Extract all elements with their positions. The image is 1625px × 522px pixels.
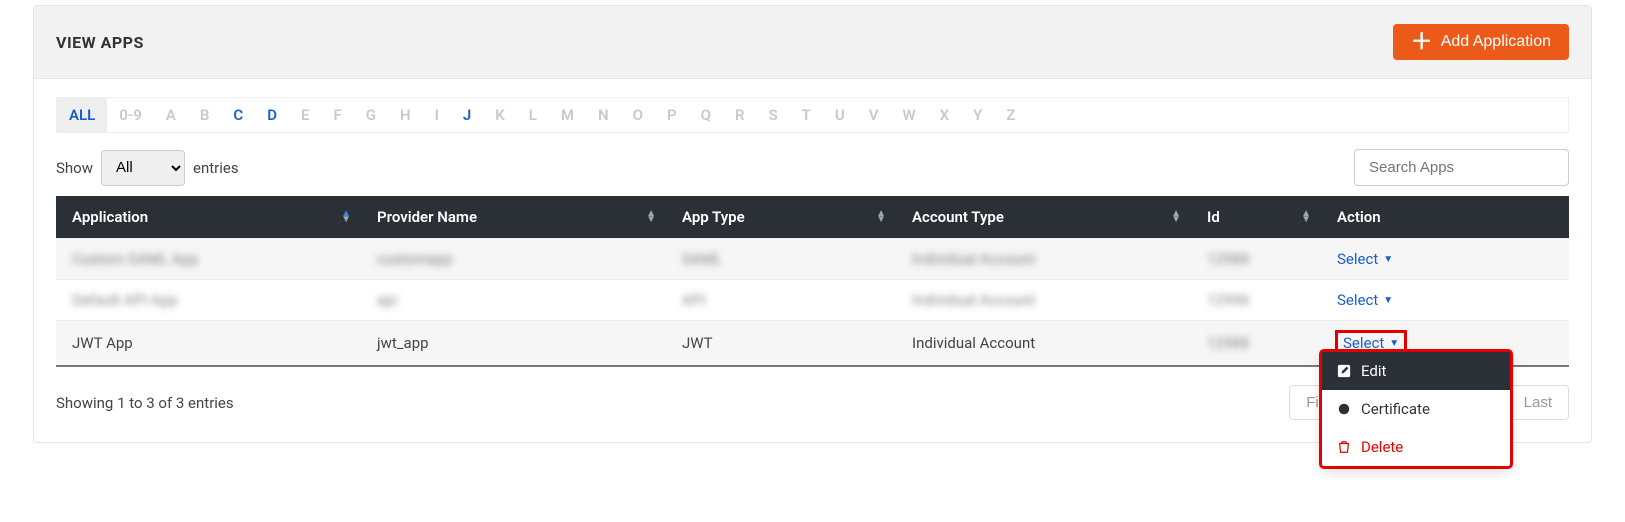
alpha-pill-g: G (354, 98, 388, 132)
alpha-pill-z: Z (994, 98, 1027, 132)
dropdown-delete[interactable]: Delete (1322, 428, 1510, 466)
add-application-label: Add Application (1441, 33, 1551, 51)
alpha-pill-b: B (188, 98, 222, 132)
pager-last[interactable]: Last (1507, 385, 1569, 420)
alpha-pill-h: H (388, 98, 423, 132)
show-label: Show (56, 159, 93, 177)
col-application[interactable]: Application▲▼ (56, 196, 361, 239)
alpha-pill-u: U (823, 98, 857, 132)
dropdown-delete-label: Delete (1361, 438, 1403, 456)
col-account-type[interactable]: Account Type▲▼ (896, 196, 1191, 239)
alpha-pill-y: Y (961, 98, 994, 132)
chevron-down-icon: ▼ (1383, 295, 1393, 306)
table-row: Default API AppapiAPIIndividual Account1… (56, 280, 1569, 321)
alpha-pill-a: A (154, 98, 188, 132)
alpha-pill-i: I (423, 98, 451, 132)
alpha-pill-w: W (891, 98, 928, 132)
dropdown-certificate[interactable]: Certificate (1322, 390, 1510, 428)
alpha-pill-o: O (621, 98, 655, 132)
alpha-filter: ALL0-9ABCDEFGHIJKLMNOPQRSTUVWXYZ (56, 97, 1569, 133)
alpha-pill-l: L (517, 98, 549, 132)
page-title: VIEW APPS (56, 33, 144, 52)
chevron-down-icon: ▼ (1389, 338, 1399, 349)
alpha-pill-n: N (586, 98, 621, 132)
dropdown-certificate-label: Certificate (1361, 400, 1430, 418)
dropdown-edit[interactable]: Edit (1322, 352, 1510, 390)
alpha-pill-t: T (790, 98, 823, 132)
alpha-pill-d[interactable]: D (255, 98, 289, 132)
col-provider-name[interactable]: Provider Name▲▼ (361, 196, 666, 239)
alpha-pill-x: X (928, 98, 962, 132)
alpha-pill-p: P (655, 98, 689, 132)
table-row: Custom SAML AppcustomappSAMLIndividual A… (56, 239, 1569, 280)
col-action[interactable]: Action (1321, 196, 1569, 239)
action-dropdown: Edit Certificate Delete (1321, 351, 1511, 467)
alpha-pill-s: S (757, 98, 790, 132)
sort-icon: ▲▼ (646, 211, 656, 223)
entries-select[interactable]: All (101, 150, 185, 186)
action-select[interactable]: Select▼ (1337, 291, 1393, 309)
edit-icon (1336, 364, 1352, 378)
alpha-pill-k: K (483, 98, 517, 132)
sort-icon: ▲▼ (876, 211, 886, 223)
search-input[interactable] (1354, 149, 1569, 186)
alpha-pill-e: E (289, 98, 321, 132)
chevron-down-icon: ▼ (1383, 254, 1393, 265)
alpha-pill-q: Q (689, 98, 723, 132)
sort-icon: ▲▼ (1171, 211, 1181, 223)
certificate-icon (1336, 402, 1352, 416)
col-id[interactable]: Id▲▼ (1191, 196, 1321, 239)
dropdown-edit-label: Edit (1361, 362, 1386, 380)
alpha-pill-c[interactable]: C (221, 98, 255, 132)
add-application-button[interactable]: ＋ Add Application (1393, 24, 1569, 60)
action-select[interactable]: Select▼ (1337, 250, 1393, 268)
alpha-pill-0-9: 0-9 (107, 98, 154, 132)
trash-icon (1336, 440, 1352, 454)
alpha-pill-m: M (549, 98, 586, 132)
col-app-type[interactable]: App Type▲▼ (666, 196, 896, 239)
sort-icon: ▲▼ (341, 211, 351, 223)
alpha-pill-f: F (321, 98, 353, 132)
table-info: Showing 1 to 3 of 3 entries (56, 394, 234, 412)
alpha-pill-j[interactable]: J (451, 98, 483, 132)
alpha-pill-r: R (723, 98, 757, 132)
alpha-pill-v: V (857, 98, 891, 132)
entries-label: entries (193, 159, 239, 177)
alpha-pill-all[interactable]: ALL (57, 98, 107, 132)
sort-icon: ▲▼ (1301, 211, 1311, 223)
